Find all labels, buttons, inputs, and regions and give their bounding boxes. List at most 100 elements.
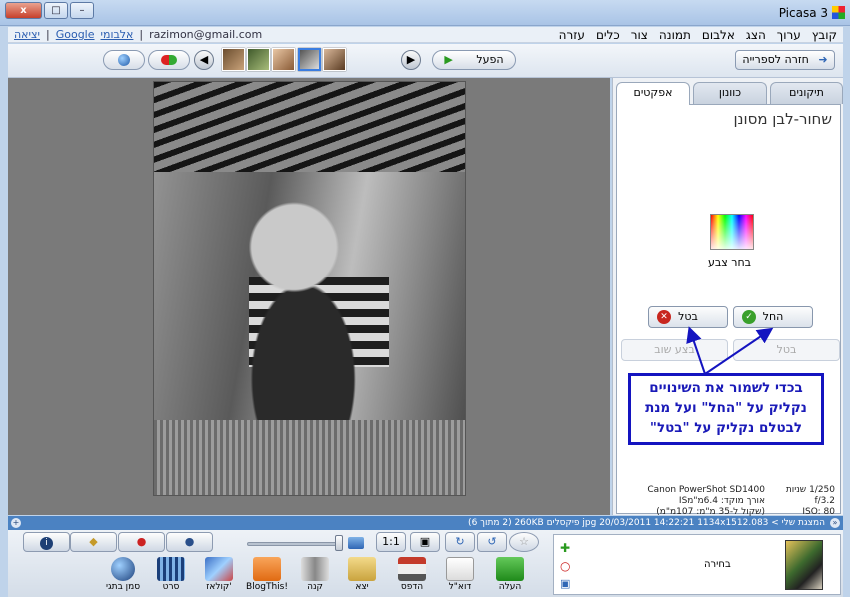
envelope-icon [446, 557, 474, 581]
geotag-label: סמן בתגי [105, 582, 141, 592]
menu-file[interactable]: קובץ [812, 28, 837, 42]
effects-body: שחור-לבן מסונן בחר צבע ✓ החל ✕ בטל בטל ב… [616, 104, 841, 517]
check-icon: ✓ [742, 310, 756, 324]
maximize-button[interactable]: □ [44, 2, 68, 19]
movie-tool[interactable]: סרט [147, 557, 195, 592]
tab-tuning[interactable]: כוונון [693, 82, 767, 104]
fit-button[interactable]: ▣ [410, 532, 440, 552]
email-tool[interactable]: דוא"ל [436, 557, 484, 592]
main-menu: קובץ ערוך הצג אלבום תמונה צור כלים עזרה [559, 28, 837, 42]
play-icon: ▶ [444, 53, 453, 66]
title-bar: x □ – Picasa 3 [0, 0, 850, 26]
status-text: המצגת שלי > 083.jpg 20/03/2011 14:22:21 … [468, 518, 825, 528]
rotate-left-icon: ↺ [487, 535, 497, 548]
geotag-tool[interactable]: סמן בתגי [99, 557, 147, 592]
upload-tool[interactable]: העלה [486, 557, 534, 592]
menu-create[interactable]: צור [631, 28, 648, 42]
redo-label: בצע שוב [654, 343, 695, 356]
annotation-line: בכדי לשמור את השינויים [649, 380, 803, 396]
folder-icon [348, 557, 376, 581]
zoom-slider-knob[interactable] [335, 535, 343, 551]
print-label: הדפס [400, 582, 424, 592]
shop-label: קנה [307, 582, 323, 592]
arrow-left-icon: ◀ [199, 53, 209, 66]
close-window-button[interactable]: x [5, 2, 42, 19]
tab-effects[interactable]: אפקטים [616, 82, 690, 105]
arrow-right-icon: ➜ [818, 53, 828, 66]
tray-label: בחירה [704, 559, 731, 570]
email-label: דוא"ל [448, 582, 472, 592]
menu-album[interactable]: אלבום [702, 28, 735, 42]
minimize-button[interactable]: – [70, 2, 94, 19]
export-tool[interactable]: יצא [338, 557, 386, 592]
collage-tool[interactable]: קולאז' [195, 557, 243, 592]
zoom-slider[interactable] [247, 542, 342, 546]
image-size-icon[interactable] [348, 534, 368, 552]
undo-label: בטל [776, 343, 797, 356]
account-links: יציאה | Google אלבומי | razimon@gmail.co… [14, 28, 262, 41]
aperture: f/3.2 [814, 496, 835, 506]
edited-photo[interactable] [153, 81, 466, 496]
rotate-left-button[interactable]: ↺ [477, 532, 507, 552]
apply-button[interactable]: ✓ החל [733, 306, 813, 328]
tag-button[interactable]: ◆ [70, 532, 117, 552]
exit-link[interactable]: יציאה [14, 28, 40, 41]
printer-icon [398, 557, 426, 581]
filmstrip-thumb[interactable] [323, 48, 346, 71]
play-slideshow-button[interactable]: ▶ הפעל [432, 50, 516, 70]
menu-tools[interactable]: כלים [596, 28, 620, 42]
menu-edit[interactable]: ערוך [777, 28, 801, 42]
apply-label: החל [762, 310, 784, 323]
filmstrip-thumb[interactable] [222, 48, 245, 71]
people-button[interactable] [148, 50, 190, 70]
color-picker-swatch[interactable] [710, 214, 754, 250]
menu-help[interactable]: עזרה [559, 28, 585, 42]
tray-thumbnail[interactable] [785, 540, 823, 590]
redo-button[interactable]: בצע שוב [621, 339, 728, 361]
web-albums-button[interactable] [103, 50, 145, 70]
upload-arrow-icon [496, 557, 524, 581]
tab-basic-fixes[interactable]: תיקונים בסיסיים [770, 82, 843, 119]
annotation-line: נקליק על "החל" ועל מנת [645, 400, 807, 416]
shop-tool[interactable]: קנה [291, 557, 339, 592]
undo-button[interactable]: בטל [733, 339, 840, 361]
filmstrip-thumb[interactable] [247, 48, 270, 71]
star-button[interactable]: ☆ [509, 532, 539, 552]
actual-size-button[interactable]: 1:1 [376, 532, 406, 552]
albums-link[interactable]: אלבומי [101, 28, 134, 41]
people-tag-button[interactable]: ● [166, 532, 213, 552]
next-photo-button[interactable]: ▶ [401, 50, 421, 70]
back-to-library-button[interactable]: חזרה לספרייה ➜ [735, 50, 835, 70]
picasa-logo-icon [832, 6, 845, 19]
clear-tray-icon[interactable]: ○ [560, 559, 576, 573]
play-label: הפעל [476, 53, 504, 66]
filmstrip-thumb-selected[interactable] [298, 48, 321, 71]
google-link[interactable]: Google [56, 28, 95, 41]
previous-photo-button[interactable]: ◀ [194, 50, 214, 70]
fit-icon: ▣ [419, 535, 431, 548]
rotate-right-icon: ↻ [455, 535, 465, 548]
separator: | [46, 28, 50, 41]
blogthis-tool[interactable]: BlogThis! [243, 557, 291, 592]
hold-pin-icon[interactable]: ✚ [560, 541, 576, 555]
filmstrip-thumb[interactable] [272, 48, 295, 71]
account-email: razimon@gmail.com [149, 28, 263, 41]
effect-title: שחור-לבן מסונן [733, 110, 832, 128]
cancel-button[interactable]: ✕ בטל [648, 306, 728, 328]
shutter-speed: 1/250 שניות [785, 485, 835, 495]
geotag-button[interactable]: ● [118, 532, 165, 552]
upload-label: העלה [498, 582, 522, 592]
rotate-right-button[interactable]: ↻ [445, 532, 475, 552]
info-button[interactable]: i [23, 532, 70, 552]
add-to-album-icon[interactable]: ▣ [560, 577, 576, 591]
pick-color-label: בחר צבע [707, 256, 752, 269]
map-pin-icon: ● [136, 535, 147, 548]
menu-picture[interactable]: תמונה [659, 28, 691, 42]
export-label: יצא [355, 582, 369, 592]
nav-icon[interactable]: » [830, 518, 840, 528]
expand-icon[interactable]: + [11, 518, 21, 528]
collage-label: קולאז' [206, 582, 232, 592]
print-tool[interactable]: הדפס [388, 557, 436, 592]
arrow-right-icon: ▶ [406, 53, 416, 66]
menu-view[interactable]: הצג [746, 28, 766, 42]
